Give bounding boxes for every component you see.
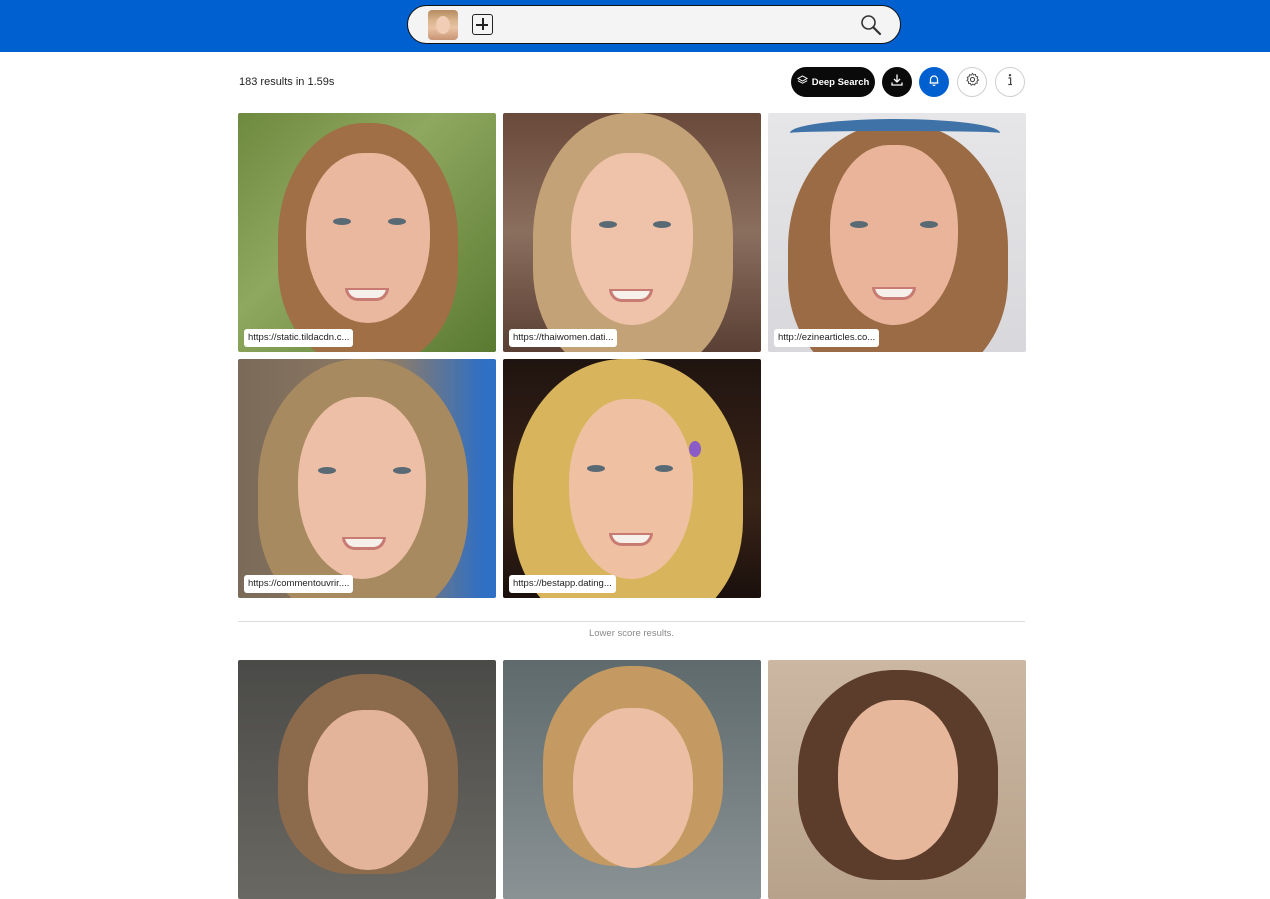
results-count: 183 results in 1.59s <box>239 76 335 88</box>
result-card[interactable]: https://static.tildacdn.c... <box>238 113 496 352</box>
headband <box>790 119 1000 147</box>
result-card[interactable] <box>238 660 496 899</box>
section-divider <box>238 621 1025 622</box>
search-icon[interactable] <box>860 14 882 36</box>
info-icon <box>1004 73 1016 92</box>
info-button[interactable] <box>995 67 1025 97</box>
result-source-url[interactable]: https://bestapp.dating... <box>509 575 616 593</box>
result-card[interactable]: https://thaiwomen.dati... <box>503 113 761 352</box>
bell-icon <box>927 73 941 92</box>
search-box[interactable] <box>407 5 901 44</box>
settings-button[interactable] <box>957 67 987 97</box>
result-card[interactable]: https://commentouvrir.... <box>238 359 496 598</box>
query-image-thumbnail[interactable] <box>428 10 458 40</box>
result-card[interactable] <box>503 660 761 899</box>
layers-icon <box>796 75 808 89</box>
top-bar <box>0 0 1270 52</box>
hair-clip <box>689 441 701 457</box>
add-image-button[interactable] <box>472 14 493 35</box>
result-source-url[interactable]: https://commentouvrir.... <box>244 575 354 593</box>
result-card[interactable]: http://ezinearticles.co... <box>768 113 1026 352</box>
deep-search-button[interactable]: Deep Search <box>791 67 875 97</box>
deep-search-label: Deep Search <box>811 76 870 88</box>
result-source-url[interactable]: https://thaiwomen.dati... <box>509 329 618 347</box>
result-source-url[interactable]: https://static.tildacdn.c... <box>244 329 354 347</box>
result-card[interactable]: https://bestapp.dating... <box>503 359 761 598</box>
lower-score-label: Lower score results. <box>588 628 674 639</box>
alert-button[interactable] <box>919 67 949 97</box>
query-face <box>436 16 450 34</box>
download-icon <box>890 73 904 92</box>
download-button[interactable] <box>882 67 912 97</box>
result-source-url[interactable]: http://ezinearticles.co... <box>774 329 880 347</box>
result-card[interactable] <box>768 660 1026 899</box>
gear-icon <box>965 72 980 92</box>
